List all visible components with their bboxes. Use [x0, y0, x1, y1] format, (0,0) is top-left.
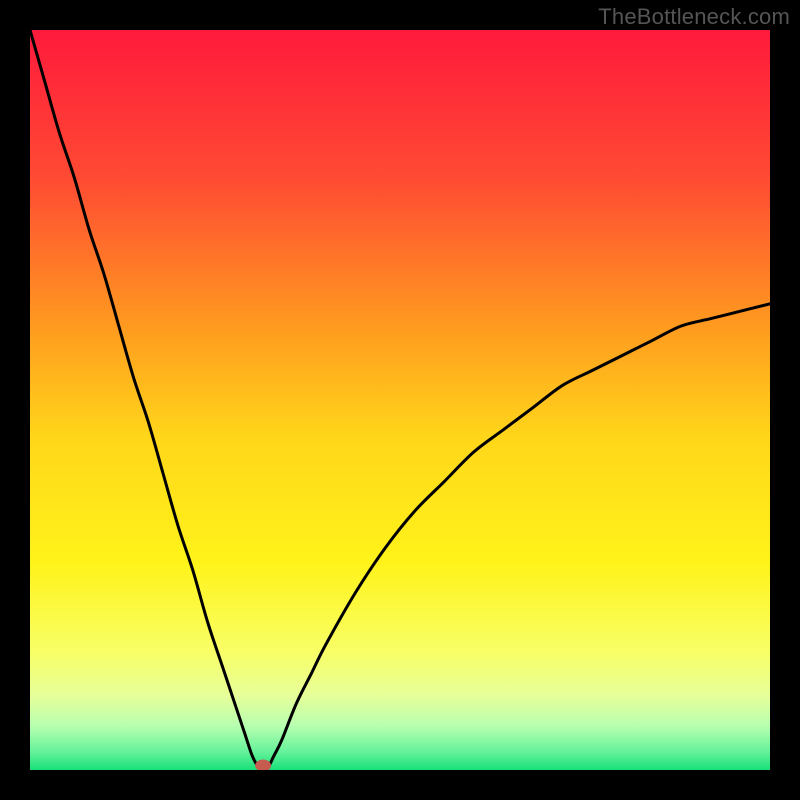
chart-frame: TheBottleneck.com: [0, 0, 800, 800]
chart-svg: [30, 30, 770, 770]
plot-area: [30, 30, 770, 770]
watermark-text: TheBottleneck.com: [598, 4, 790, 30]
